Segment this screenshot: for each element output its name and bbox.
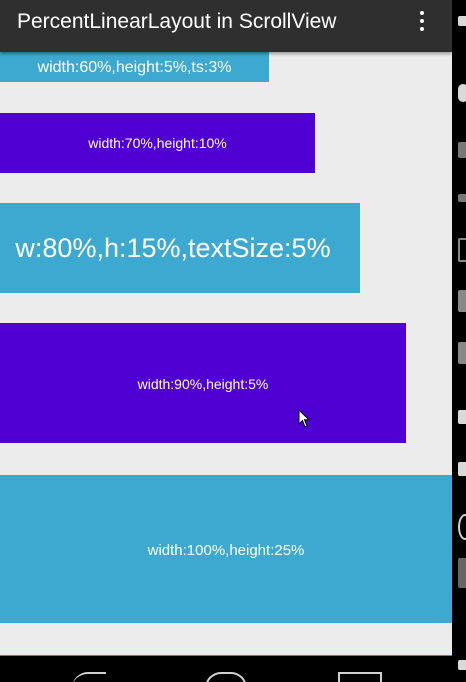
navigation-bar xyxy=(0,655,452,682)
mouse-cursor-icon xyxy=(298,409,310,428)
recent-apps-icon[interactable] xyxy=(338,672,382,682)
status-icon xyxy=(458,558,466,588)
percent-bar-70-label: width:70%,height:10% xyxy=(88,135,227,151)
scroll-view[interactable]: width:60%,height:5%,ts:3% width:70%,heig… xyxy=(0,0,452,655)
percent-bar-60: width:60%,height:5%,ts:3% xyxy=(0,48,269,82)
status-icon xyxy=(458,194,466,202)
percent-bar-90-label: width:90%,height:5% xyxy=(137,376,269,392)
status-icon xyxy=(458,16,466,26)
more-vert-icon[interactable] xyxy=(410,8,434,34)
status-icon xyxy=(458,142,466,158)
percent-bar-100-label: width:100%,height:25% xyxy=(147,541,305,559)
percent-bar-100: width:100%,height:25% xyxy=(0,475,452,623)
action-bar: PercentLinearLayout in ScrollView xyxy=(0,0,452,52)
status-icon xyxy=(458,342,466,364)
percent-bar-60-label: width:60%,height:5%,ts:3% xyxy=(37,58,232,76)
home-icon[interactable] xyxy=(205,672,247,682)
percent-bar-80: w:80%,h:15%,textSize:5% xyxy=(0,203,360,293)
percent-bar-70: width:70%,height:10% xyxy=(0,113,315,173)
status-icon xyxy=(458,290,466,312)
status-icon xyxy=(458,514,466,540)
percent-bar-80-label: w:80%,h:15%,textSize:5% xyxy=(15,232,331,263)
status-icon xyxy=(458,660,466,670)
status-icon xyxy=(458,238,466,262)
status-icon xyxy=(458,84,466,102)
status-icon xyxy=(458,410,466,424)
device-screen: width:60%,height:5%,ts:3% width:70%,heig… xyxy=(0,0,466,682)
page-title: PercentLinearLayout in ScrollView xyxy=(17,10,337,33)
status-icon xyxy=(458,462,466,476)
back-icon[interactable] xyxy=(72,672,106,682)
percent-bar-90: width:90%,height:5% xyxy=(0,323,406,443)
side-status-strip xyxy=(452,0,466,682)
app-window: width:60%,height:5%,ts:3% width:70%,heig… xyxy=(0,0,452,655)
